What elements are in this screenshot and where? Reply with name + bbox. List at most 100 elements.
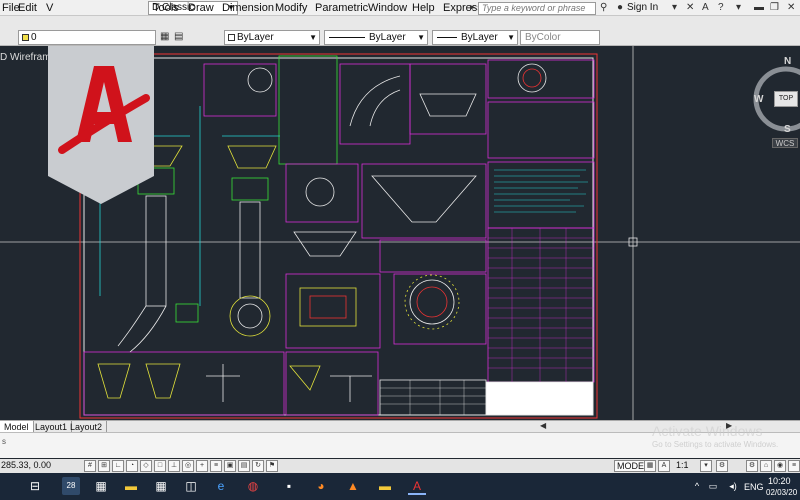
- input-language[interactable]: ENG: [744, 482, 764, 492]
- linetype-value: ByLayer: [369, 32, 406, 43]
- chrome-icon[interactable]: ◍: [244, 477, 262, 495]
- drawing-canvas[interactable]: D Wireframe] N W S TOP WCS: [0, 46, 800, 461]
- chevron-down-icon: ▼: [417, 33, 425, 42]
- user-icon[interactable]: ●: [617, 2, 623, 13]
- pipe-hopper-right: [227, 145, 277, 169]
- compass-south[interactable]: S: [784, 124, 791, 135]
- plotstyle-dropdown[interactable]: ByColor: [520, 30, 600, 45]
- viewcube-top-face[interactable]: TOP: [774, 91, 798, 107]
- layer-match-icon[interactable]: ▤: [174, 31, 183, 42]
- snap-icon[interactable]: ⊞: [98, 460, 110, 472]
- restore-icon[interactable]: ❐: [770, 2, 779, 13]
- properties-toolbar: 0 ▦ ▤ ByLayer ▼ ByLayer ▼ ByLayer ▼ ByCo…: [0, 16, 800, 46]
- annotation-icon[interactable]: A: [658, 460, 670, 472]
- sign-in-link[interactable]: Sign In: [627, 2, 658, 13]
- detail-box: [83, 351, 285, 416]
- annotation-scale-dropdown[interactable]: 1:1: [676, 460, 689, 470]
- linetype-dropdown[interactable]: ByLayer ▼: [324, 30, 428, 45]
- viewcube[interactable]: N W S TOP WCS: [748, 56, 800, 166]
- menu-draw[interactable]: Draw: [188, 2, 214, 14]
- transparency-icon[interactable]: ▣: [224, 460, 236, 472]
- compass-north[interactable]: N: [784, 56, 791, 67]
- chevron-down-icon[interactable]: ▾: [700, 460, 712, 472]
- menu-help[interactable]: Help: [412, 2, 435, 14]
- annomonitor-icon[interactable]: ⚑: [266, 460, 278, 472]
- edge-icon[interactable]: e: [212, 477, 230, 495]
- lineweight-icon[interactable]: ≡: [210, 460, 222, 472]
- menu-tools[interactable]: Tools: [153, 2, 179, 14]
- viewport-icon[interactable]: ▦: [644, 460, 656, 472]
- schedule-table: [487, 227, 595, 383]
- menu-view[interactable]: V: [46, 2, 53, 14]
- vlc-icon[interactable]: ▲: [344, 477, 362, 495]
- menu-window[interactable]: Window: [368, 2, 407, 14]
- ortho-icon[interactable]: ∟: [112, 460, 124, 472]
- chute-detail: [419, 93, 477, 117]
- chevron-down-icon[interactable]: ▾: [736, 2, 741, 13]
- pipe-flange-right: [231, 177, 269, 201]
- sheet-border-inner: [83, 57, 594, 416]
- coordinates-readout[interactable]: 285.33, 0.00: [1, 460, 51, 470]
- compass-west[interactable]: W: [754, 94, 763, 105]
- qp-icon[interactable]: ▤: [238, 460, 250, 472]
- ducs-icon[interactable]: ◎: [182, 460, 194, 472]
- taskview-icon[interactable]: ▦: [92, 477, 110, 495]
- chevron-down-icon[interactable]: ▾: [672, 2, 677, 13]
- binoculars-icon[interactable]: ⚲: [600, 2, 607, 13]
- lock-icon[interactable]: ⌂: [760, 460, 772, 472]
- clock-date[interactable]: 02/03/20: [766, 488, 797, 497]
- calculator-icon[interactable]: ▦: [152, 477, 170, 495]
- firefox-icon[interactable]: ◕: [312, 477, 330, 495]
- otrack-icon[interactable]: ⊥: [168, 460, 180, 472]
- file-explorer-icon[interactable]: ▬: [122, 477, 140, 495]
- plotstyle-value: ByColor: [525, 32, 561, 43]
- detail-box: [203, 63, 277, 117]
- scroll-left-icon[interactable]: ◀: [540, 421, 546, 430]
- color-dropdown[interactable]: ByLayer ▼: [224, 30, 320, 45]
- pipe-body-right: [239, 201, 261, 299]
- layer-dropdown[interactable]: 0: [18, 30, 156, 45]
- isodraft-icon[interactable]: ◇: [140, 460, 152, 472]
- search-input[interactable]: Type a keyword or phrase: [478, 2, 596, 15]
- workspace-switch-icon[interactable]: ⚙: [746, 460, 758, 472]
- polar-icon[interactable]: ◔: [126, 460, 138, 472]
- menu-edit[interactable]: Edit: [18, 2, 37, 14]
- menu-express[interactable]: Express: [443, 2, 483, 14]
- network-icon[interactable]: ▭: [704, 477, 722, 495]
- customize-icon[interactable]: ≡: [788, 460, 800, 472]
- store-icon[interactable]: ◫: [182, 477, 200, 495]
- exchange-icon[interactable]: ✕: [686, 2, 694, 13]
- start-icon[interactable]: ⊟: [26, 477, 44, 495]
- flange-detail: [247, 67, 273, 93]
- dyn-icon[interactable]: +: [196, 460, 208, 472]
- hopper-plan: [293, 231, 357, 257]
- chevron-down-icon: ▼: [309, 33, 317, 42]
- isolate-icon[interactable]: ◉: [774, 460, 786, 472]
- plate-hole-detail: [305, 177, 335, 207]
- close-icon[interactable]: ✕: [787, 2, 795, 13]
- wcs-menu[interactable]: WCS: [772, 138, 798, 148]
- sc-icon[interactable]: ↻: [252, 460, 264, 472]
- autodesk-icon[interactable]: A: [702, 2, 709, 13]
- lineweight-dropdown[interactable]: ByLayer ▼: [432, 30, 518, 45]
- taskbar-app-icon[interactable]: ▪: [280, 477, 298, 495]
- menu-dimension[interactable]: Dimension: [222, 2, 274, 14]
- search-arrow-icon[interactable]: ▸: [470, 2, 475, 13]
- menu-modify[interactable]: Modify: [275, 2, 307, 14]
- pipe-body-left: [145, 195, 167, 307]
- layer-state-icon[interactable]: ▦: [160, 31, 169, 42]
- osnap-icon[interactable]: □: [154, 460, 166, 472]
- folder-icon[interactable]: ▬: [376, 477, 394, 495]
- flange-detail: [517, 63, 547, 93]
- clock-time[interactable]: 10:20: [768, 476, 791, 486]
- color-swatch-icon: [228, 34, 235, 41]
- grid-icon[interactable]: #: [84, 460, 96, 472]
- autocad-taskbar-icon[interactable]: A: [408, 477, 426, 495]
- volume-icon[interactable]: ◂): [724, 477, 742, 495]
- status-bar: 285.33, 0.00 # ⊞ ∟ ◔ ◇ □ ⊥ ◎ + ≡ ▣ ▤ ↻ ⚑…: [0, 459, 800, 473]
- weather-badge[interactable]: 28: [62, 477, 80, 495]
- menu-parametric[interactable]: Parametric: [315, 2, 368, 14]
- settings-icon[interactable]: ⚙: [716, 460, 728, 472]
- minimize-icon[interactable]: ▬: [754, 2, 764, 13]
- help-icon[interactable]: ?: [718, 2, 724, 13]
